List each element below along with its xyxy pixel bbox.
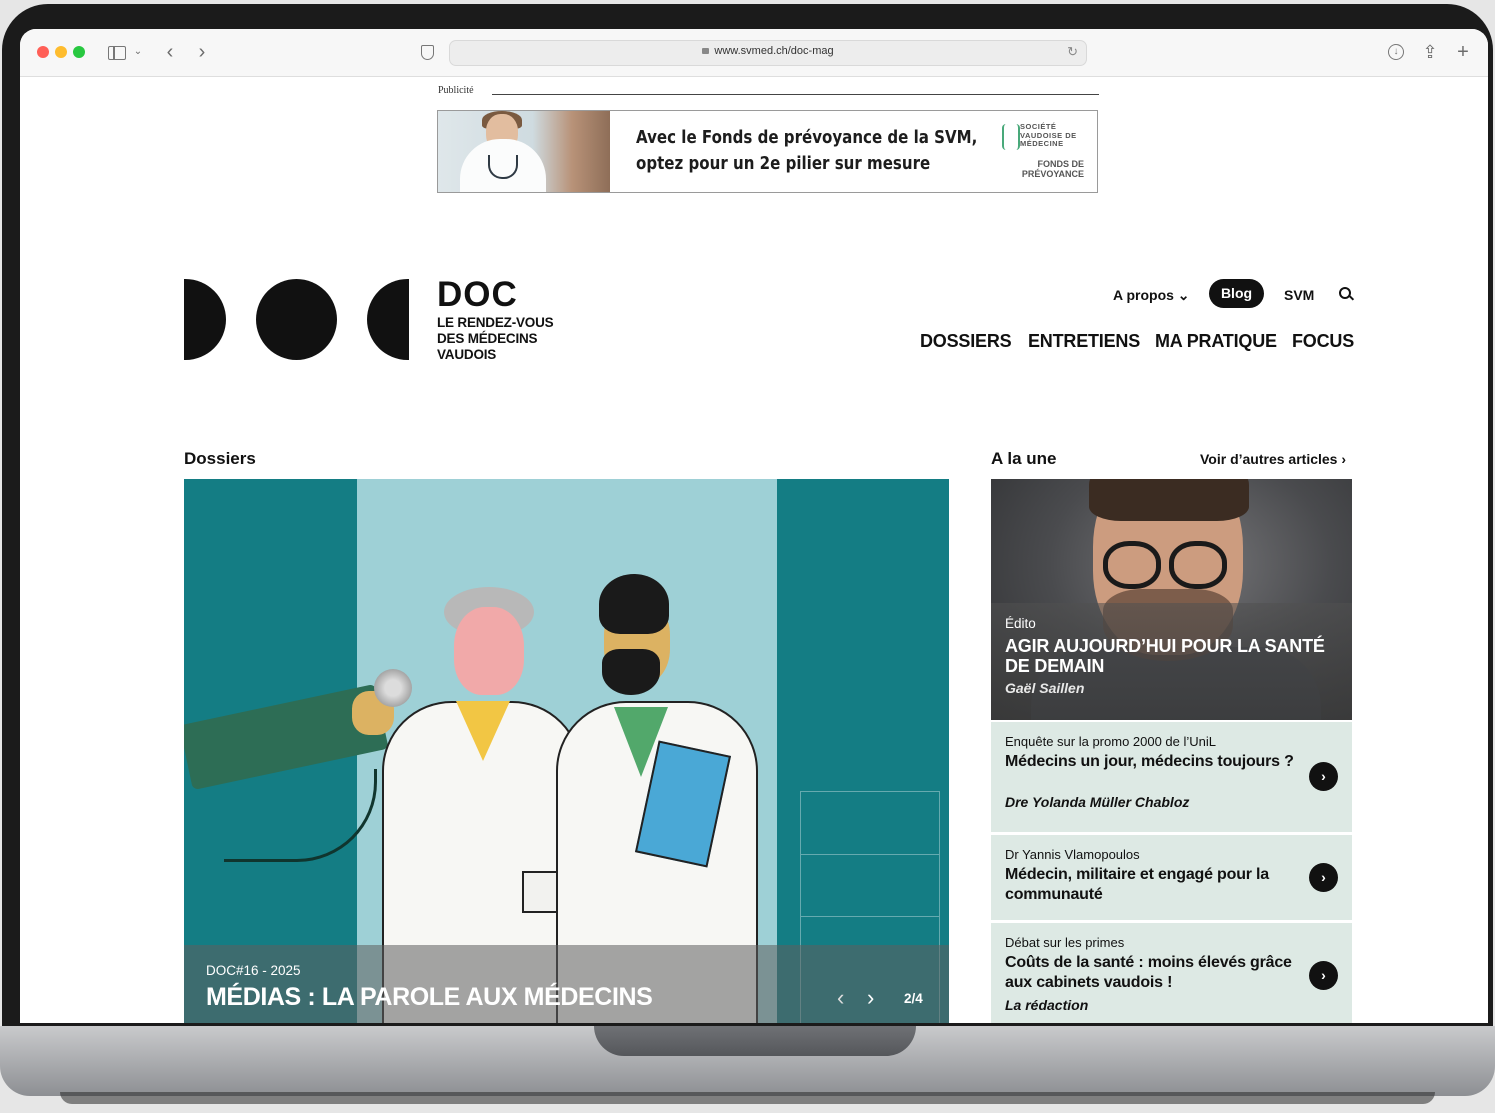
article-title[interactable]: Coûts de la santé : moins élevés grâce a… — [1005, 953, 1300, 993]
more-articles-link[interactable]: Voir d’autres articles › — [1200, 451, 1346, 467]
nav-blog-button[interactable]: Blog — [1209, 279, 1264, 308]
featured-article[interactable]: Édito AGIR AUJOURD’HUI POUR LA SANTÉ DE … — [991, 479, 1352, 720]
slide-counter: 2/4 — [904, 991, 923, 1006]
search-icon[interactable] — [1339, 287, 1355, 301]
article-card[interactable]: Débat sur les primes Coûts de la santé :… — [991, 923, 1352, 1023]
laptop-frame: ⌄ ‹ › www.svmed.ch/doc-mag ↻ ↓ ⇪ + Publi… — [0, 0, 1495, 1113]
ad-divider — [492, 94, 1099, 95]
a-la-une-heading: A la une — [991, 449, 1057, 468]
browser-toolbar: ⌄ ‹ › www.svmed.ch/doc-mag ↻ ↓ ⇪ + — [20, 29, 1488, 77]
new-tab-button[interactable]: + — [1453, 40, 1473, 64]
slide-prev-button[interactable]: ‹ — [837, 985, 844, 1011]
article-title[interactable]: Médecin, militaire et engagé pour la com… — [1005, 865, 1300, 905]
slide-kicker: DOC#16 - 2025 — [206, 963, 301, 978]
featured-author: Gaël Saillen — [1005, 680, 1085, 696]
ad-text: Avec le Fonds de prévoyance de la SVM, o… — [636, 128, 978, 174]
article-arrow-button[interactable]: › — [1309, 863, 1338, 892]
featured-title[interactable]: AGIR AUJOURD’HUI POUR LA SANTÉ DE DEMAIN — [1005, 636, 1325, 676]
doc-logo-mark[interactable] — [184, 279, 409, 360]
reload-button[interactable]: ↻ — [1067, 44, 1078, 60]
caduceus-icon — [1002, 124, 1020, 150]
zoom-window-button[interactable] — [73, 46, 85, 58]
download-icon[interactable]: ↓ — [1386, 40, 1406, 64]
article-kicker: Dr Yannis Vlamopoulos — [1005, 847, 1140, 862]
microphone-illustration — [374, 669, 412, 707]
address-bar[interactable]: www.svmed.ch/doc-mag ↻ — [449, 40, 1087, 66]
share-button[interactable]: ⇪ — [1420, 40, 1440, 64]
article-author: La rédaction — [1005, 997, 1089, 1013]
browser-screen: ⌄ ‹ › www.svmed.ch/doc-mag ↻ ↓ ⇪ + Publi… — [20, 29, 1488, 1023]
nav-entretiens[interactable]: ENTRETIENS — [1028, 331, 1140, 352]
sidebar-icon[interactable] — [108, 40, 126, 64]
chevron-down-icon[interactable]: ⌄ — [133, 40, 143, 64]
dossier-slider[interactable]: DOC#16 - 2025 MÉDIAS : LA PAROLE AUX MÉD… — [184, 479, 949, 1023]
article-kicker: Débat sur les primes — [1005, 935, 1125, 950]
svm-logo: SOCIÉTÉ VAUDOISE DE MÉDECINE FONDS DE PR… — [1002, 121, 1090, 183]
article-card[interactable]: Enquête sur la promo 2000 de l’UniL Méde… — [991, 722, 1352, 834]
dossiers-heading: Dossiers — [184, 449, 256, 468]
privacy-shield-icon[interactable] — [419, 40, 435, 64]
slide-title[interactable]: MÉDIAS : LA PAROLE AUX MÉDECINS — [206, 983, 653, 1012]
ad-banner[interactable]: Avec le Fonds de prévoyance de la SVM, o… — [437, 110, 1098, 193]
nav-ma-pratique[interactable]: MA PRATIQUE — [1155, 331, 1277, 352]
article-card[interactable]: Dr Yannis Vlamopoulos Médecin, militaire… — [991, 835, 1352, 922]
article-arrow-button[interactable]: › — [1309, 762, 1338, 791]
url-text: www.svmed.ch/doc-mag — [714, 45, 834, 57]
back-button[interactable]: ‹ — [162, 40, 178, 64]
ad-photo — [438, 111, 610, 192]
article-title[interactable]: Médecins un jour, médecins toujours ? — [1005, 752, 1300, 772]
ad-label: Publicité — [438, 85, 474, 96]
nav-focus[interactable]: FOCUS — [1292, 331, 1354, 352]
laptop-notch — [594, 1026, 916, 1056]
nav-dossiers[interactable]: DOSSIERS — [920, 331, 1012, 352]
close-window-button[interactable] — [37, 46, 49, 58]
nav-svm[interactable]: SVM — [1284, 287, 1314, 303]
forward-button[interactable]: › — [194, 40, 210, 64]
featured-kicker: Édito — [1005, 616, 1036, 631]
site-title[interactable]: DOC — [437, 275, 518, 315]
article-author: Dre Yolanda Müller Chabloz — [1005, 794, 1190, 810]
minimize-window-button[interactable] — [55, 46, 67, 58]
lock-icon — [702, 48, 710, 54]
slide-next-button[interactable]: › — [867, 985, 874, 1011]
site-tagline: LE RENDEZ-VOUS DES MÉDECINS VAUDOIS — [437, 315, 554, 362]
laptop-shadow — [60, 1092, 1435, 1104]
article-arrow-button[interactable]: › — [1309, 961, 1338, 990]
nav-apropos[interactable]: A propos ⌄ — [1113, 287, 1190, 304]
article-kicker: Enquête sur la promo 2000 de l’UniL — [1005, 734, 1217, 749]
